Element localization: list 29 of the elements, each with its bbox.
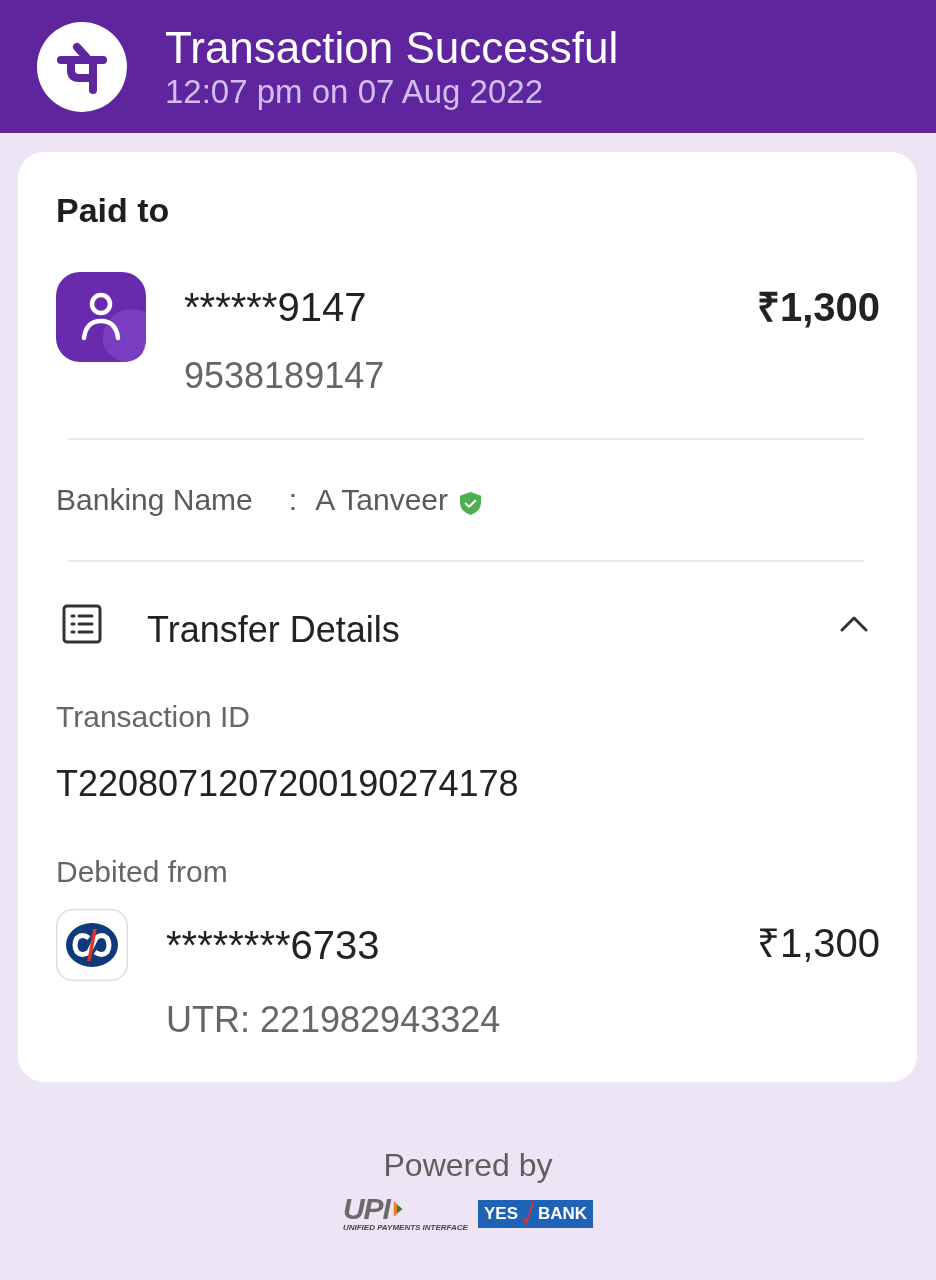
logo-text: BANK	[538, 1204, 588, 1224]
field-label: Debited from	[56, 854, 229, 890]
transaction-id: T2208071207200190274178	[56, 762, 520, 806]
list-icon	[62, 604, 102, 644]
amount: ₹1,300	[756, 284, 880, 331]
collapse-button[interactable]	[840, 616, 868, 632]
account-number: ********6733	[166, 922, 381, 969]
header-subtitle: 12:07 pm on 07 Aug 2022	[165, 72, 544, 111]
field-label: Banking Name	[56, 482, 253, 518]
logo-text: YES	[483, 1204, 518, 1224]
section-title: Transfer Details	[147, 608, 401, 652]
payee-phone: 9538189147	[184, 354, 386, 398]
payee-name: ******9147	[184, 284, 368, 331]
banking-name: A Tanveer	[315, 482, 448, 518]
person-icon	[56, 272, 146, 362]
separator: :	[288, 482, 298, 518]
logo-caption: UNIFIED PAYMENTS INTERFACE	[342, 1223, 468, 1233]
upi-logo-text: UPI	[342, 1195, 390, 1223]
arrow-icon	[391, 1200, 404, 1218]
bank-logo-icon	[56, 909, 128, 981]
logo-icon	[37, 21, 127, 112]
amount: ₹1,300	[756, 920, 880, 967]
powered-by-text: Powered by	[383, 1146, 553, 1185]
utr-number: UTR: 221982943324	[166, 998, 502, 1042]
field-label: Transaction ID	[56, 699, 251, 735]
tick-icon	[521, 1201, 535, 1227]
section-heading: Paid to	[56, 190, 171, 230]
header-title: Transaction Successful	[165, 22, 619, 73]
chevron-icon	[840, 616, 868, 632]
